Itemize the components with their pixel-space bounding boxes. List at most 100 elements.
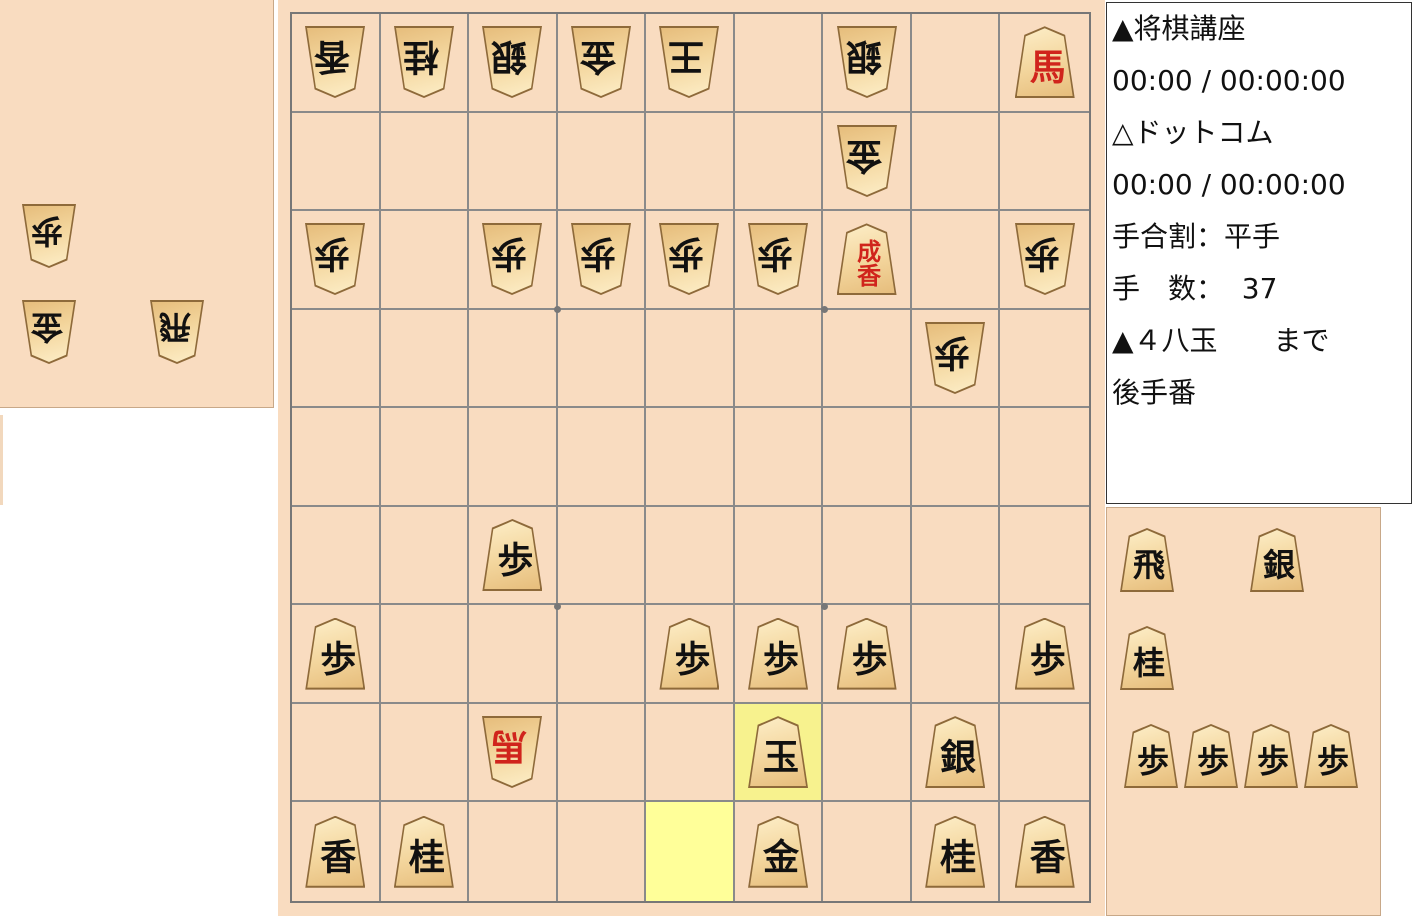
gote-piece[interactable]: 歩 (1015, 223, 1075, 295)
board-square[interactable] (823, 408, 912, 507)
board-square[interactable]: 歩 (646, 211, 735, 310)
board-square[interactable] (646, 802, 735, 901)
sente-piece[interactable]: 歩 (1124, 724, 1178, 788)
board-square[interactable]: 銀 (469, 14, 558, 113)
gote-piece[interactable]: 飛 (150, 300, 204, 364)
sente-piece[interactable]: 歩 (1244, 724, 1298, 788)
board-square[interactable] (380, 408, 470, 507)
board-square[interactable]: 歩 (734, 211, 824, 310)
board-square[interactable] (469, 408, 558, 507)
board-square[interactable] (823, 802, 912, 901)
board-square[interactable] (292, 703, 381, 803)
sente-piece[interactable]: 歩 (659, 617, 720, 690)
board-square[interactable] (823, 309, 912, 409)
board-square[interactable]: 歩 (557, 211, 647, 310)
board-square[interactable] (823, 703, 912, 803)
board-square[interactable]: 歩 (469, 211, 558, 310)
board-square[interactable] (380, 703, 470, 803)
board-square[interactable] (557, 605, 647, 704)
board-square[interactable]: 玉 (734, 703, 824, 803)
sente-piece[interactable]: 成香 (836, 223, 897, 296)
gote-piece[interactable]: 金 (22, 300, 76, 364)
board-square[interactable] (734, 112, 824, 212)
board-square[interactable] (380, 112, 470, 212)
board-square[interactable]: 歩 (1000, 605, 1089, 704)
board-square[interactable] (734, 14, 824, 113)
board-square[interactable] (469, 802, 558, 901)
board-square[interactable] (646, 703, 735, 803)
gote-piece[interactable]: 金 (571, 26, 631, 98)
sente-piece[interactable]: 金 (748, 815, 809, 888)
board-square[interactable] (646, 506, 735, 606)
gote-piece[interactable]: 王 (659, 26, 719, 98)
board-square[interactable] (1000, 408, 1089, 507)
sente-piece[interactable]: 銀 (925, 716, 986, 789)
board-square[interactable] (1000, 113, 1089, 212)
board-square[interactable] (734, 506, 824, 606)
board-square[interactable] (558, 802, 647, 901)
gote-piece[interactable]: 歩 (305, 223, 365, 295)
gote-piece[interactable]: 歩 (659, 223, 719, 295)
gote-piece[interactable]: 銀 (482, 26, 542, 98)
board-square[interactable]: 香 (1000, 802, 1089, 901)
board-square[interactable] (823, 506, 912, 606)
gote-piece[interactable]: 歩 (482, 223, 542, 295)
sente-piece[interactable]: 香 (305, 815, 366, 888)
gote-piece[interactable]: 歩 (22, 204, 76, 268)
sente-piece[interactable]: 桂 (393, 815, 454, 888)
sente-piece[interactable]: 玉 (748, 716, 809, 789)
board-square[interactable]: 馬 (1000, 14, 1089, 113)
board-square[interactable] (557, 506, 647, 606)
board-square[interactable]: 桂 (380, 14, 470, 113)
board-square[interactable]: 歩 (469, 506, 558, 606)
board-square[interactable] (292, 112, 381, 212)
board-square[interactable]: 歩 (292, 211, 381, 310)
board-square[interactable] (469, 605, 558, 704)
board-square[interactable] (911, 605, 1001, 704)
board-square[interactable] (911, 112, 1001, 212)
board-square[interactable]: 成香 (823, 211, 912, 310)
gote-piece[interactable]: 香 (305, 26, 365, 98)
board-square[interactable] (380, 211, 470, 310)
sente-piece[interactable]: 銀 (1250, 528, 1304, 592)
sente-piece[interactable]: 歩 (1014, 617, 1075, 690)
board-square[interactable] (469, 112, 558, 212)
board-square[interactable] (380, 605, 470, 704)
sente-piece[interactable]: 馬 (1014, 26, 1075, 99)
board-square[interactable] (292, 408, 381, 507)
board-square[interactable]: 歩 (646, 605, 735, 704)
sente-piece[interactable]: 歩 (482, 519, 543, 592)
sente-piece[interactable]: 歩 (748, 617, 809, 690)
board-square[interactable] (557, 408, 647, 507)
board-square[interactable] (380, 506, 470, 606)
sente-piece[interactable]: 歩 (836, 617, 897, 690)
board-square[interactable]: 桂 (381, 802, 470, 901)
board-square[interactable]: 歩 (734, 605, 824, 704)
gote-piece[interactable]: 歩 (748, 223, 808, 295)
gote-piece[interactable]: 金 (837, 125, 897, 197)
board-square[interactable] (911, 211, 1001, 310)
board-square[interactable]: 香 (292, 802, 381, 901)
board-square[interactable] (557, 112, 647, 212)
board-square[interactable] (1000, 507, 1089, 606)
board-square[interactable] (292, 506, 381, 606)
board-square[interactable]: 銀 (823, 14, 912, 113)
board-square[interactable]: 桂 (912, 802, 1001, 901)
board-square[interactable]: 歩 (292, 605, 381, 704)
board-square[interactable] (469, 309, 558, 409)
board-square[interactable]: 馬 (469, 703, 558, 803)
board-square[interactable] (646, 408, 735, 507)
board-square[interactable] (734, 309, 824, 409)
sente-piece[interactable]: 桂 (1120, 626, 1174, 690)
board-square[interactable]: 王 (646, 14, 735, 113)
gote-piece[interactable]: 桂 (394, 26, 454, 98)
board-square[interactable] (292, 309, 381, 409)
board-square[interactable]: 金 (557, 14, 647, 113)
board-square[interactable]: 銀 (911, 703, 1001, 803)
board-square[interactable] (911, 506, 1001, 606)
sente-piece[interactable]: 歩 (305, 617, 366, 690)
gote-piece[interactable]: 歩 (925, 322, 985, 394)
board-square[interactable]: 香 (292, 14, 381, 113)
board-square[interactable] (557, 309, 647, 409)
board-square[interactable]: 歩 (1000, 211, 1089, 310)
